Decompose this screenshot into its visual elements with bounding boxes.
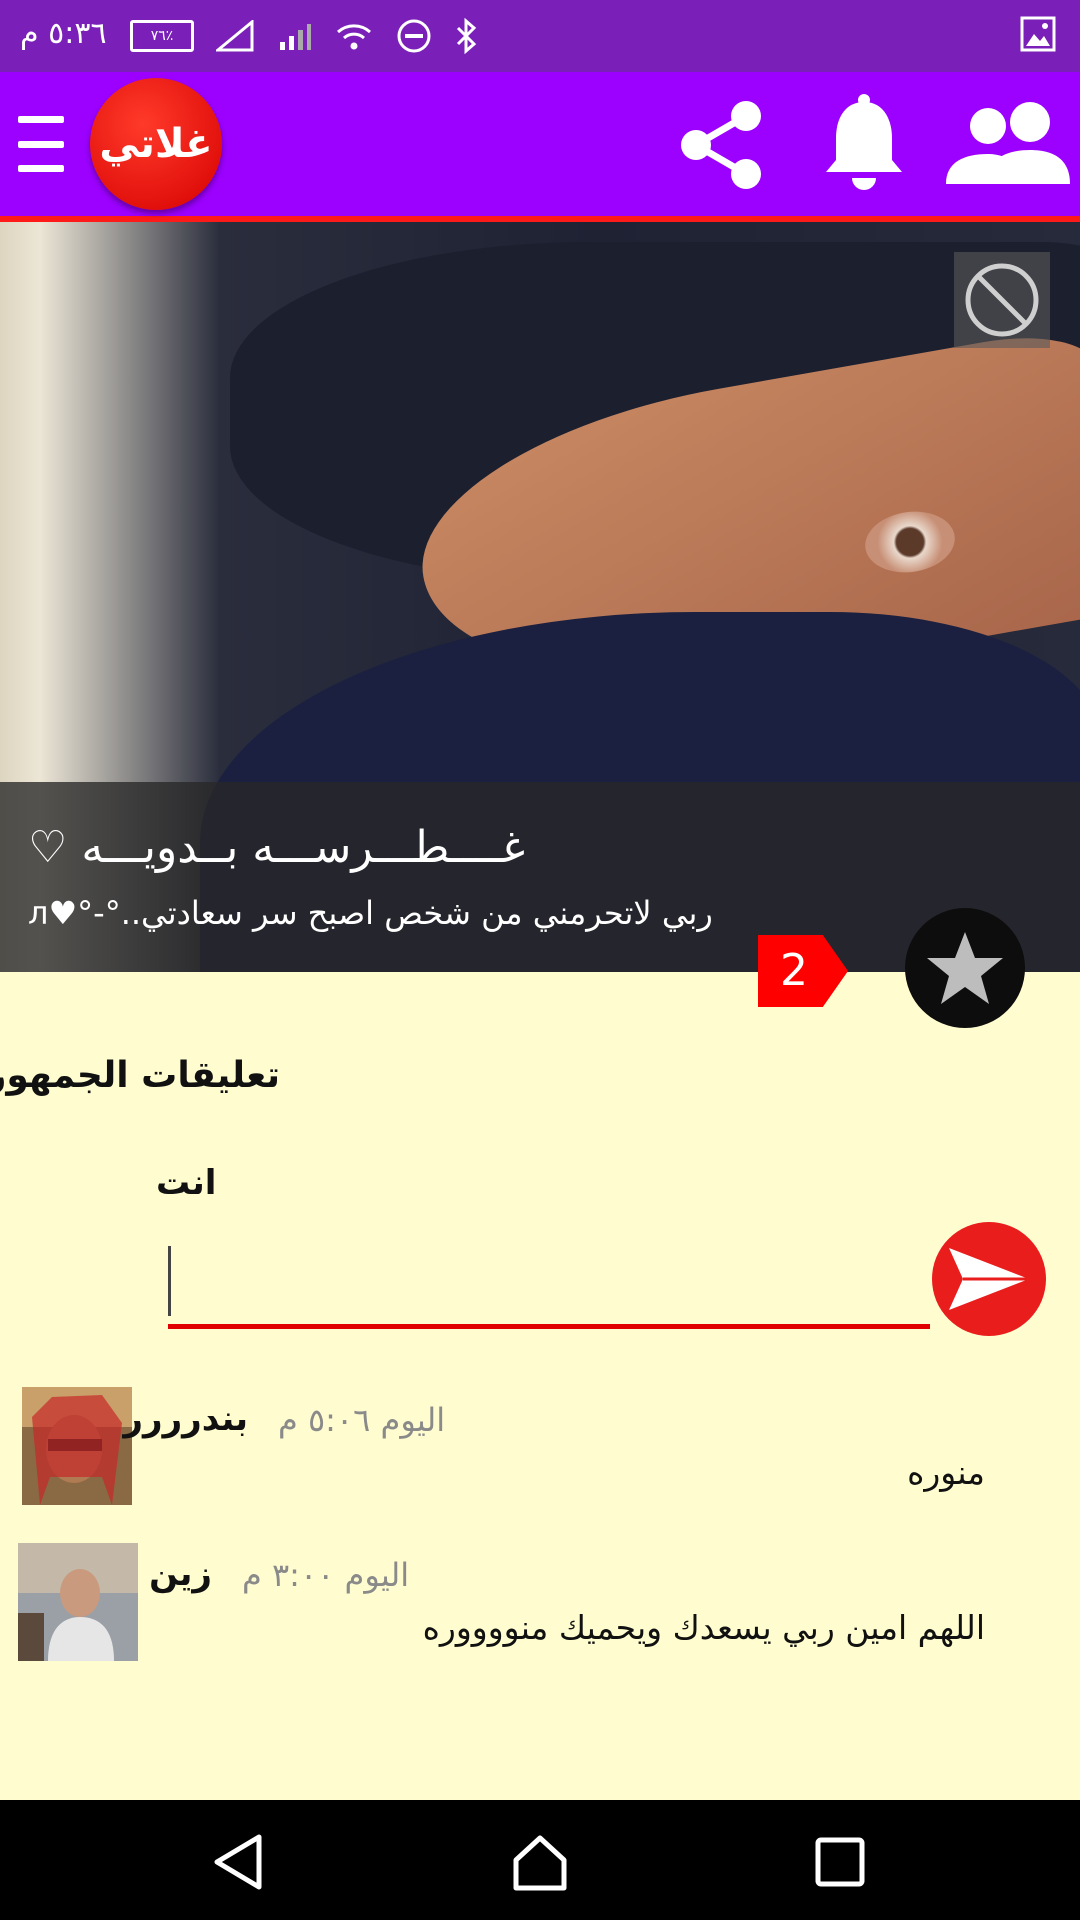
bell-icon[interactable] <box>822 94 906 194</box>
avatar[interactable] <box>22 1387 132 1505</box>
system-nav-bar <box>0 1800 1080 1920</box>
comment-time: اليوم ٣:٠٠ م <box>242 1556 410 1594</box>
favorite-button[interactable] <box>905 908 1025 1028</box>
home-icon <box>513 1835 567 1891</box>
profile-photo: غــــطـــرســـه بــدويـــه ♡ ربي لاتحرمن… <box>0 222 1080 972</box>
menu-icon-line <box>18 116 64 123</box>
status-icons: ٧٦٪ <box>130 12 478 60</box>
app-bar: غلاتي <box>0 72 1080 222</box>
avatar-image <box>22 1387 132 1505</box>
star-icon <box>927 932 1003 1004</box>
comment-text: اللهم امين ربي يسعدك ويحميك منووووره <box>422 1608 985 1647</box>
battery-icon: ٧٦٪ <box>130 20 194 52</box>
comment-author[interactable]: بندرررر <box>123 1399 248 1439</box>
status-bar: ٥:٣٦ م ٧٦٪ <box>0 0 1080 72</box>
signal-icon <box>216 20 254 52</box>
profile-name: غــــطـــرســـه بــدويـــه ♡ <box>28 822 526 873</box>
recents-button[interactable] <box>808 1830 872 1894</box>
menu-button[interactable] <box>18 116 64 172</box>
comment-author[interactable]: زين <box>149 1554 212 1594</box>
block-button[interactable] <box>954 252 1050 348</box>
status-time: ٥:٣٦ م <box>20 16 107 51</box>
comment-input[interactable] <box>168 1240 930 1329</box>
app-logo[interactable]: غلاتي <box>90 78 222 210</box>
back-button[interactable] <box>206 1830 270 1894</box>
menu-icon-line <box>18 140 64 148</box>
signal-bars-icon <box>280 24 311 50</box>
wifi-icon <box>337 24 371 50</box>
comment-text: منوره <box>907 1453 985 1492</box>
do-not-disturb-icon <box>397 19 431 53</box>
comment-item: بندرررر اليوم ٥:٠٦ م منوره <box>0 1385 1080 1515</box>
gallery-icon <box>1020 16 1056 52</box>
profile-status: ربي لاتحرمني من شخص اصبح سر سعادتي..°-°♥… <box>28 894 713 932</box>
back-icon <box>214 1834 262 1890</box>
block-icon <box>965 263 1039 337</box>
send-comment-button[interactable] <box>932 1222 1046 1336</box>
share-icon[interactable] <box>678 100 764 190</box>
bluetooth-icon <box>456 18 477 54</box>
text-cursor <box>168 1246 171 1316</box>
send-icon <box>949 1248 1029 1310</box>
avatar[interactable] <box>18 1543 138 1661</box>
people-icon[interactable] <box>946 100 1070 186</box>
home-button[interactable] <box>508 1830 572 1894</box>
comment-time: اليوم ٥:٠٦ م <box>278 1401 446 1439</box>
comments-section-title: تعليقات الجمهور <box>0 1055 280 1096</box>
comment-item: زين اليوم ٣:٠٠ م اللهم امين ربي يسعدك وي… <box>0 1540 1080 1670</box>
avatar-image <box>18 1543 138 1661</box>
recents-icon <box>815 1837 865 1887</box>
menu-icon-line <box>18 165 64 172</box>
current-user-label: انت <box>156 1163 217 1203</box>
